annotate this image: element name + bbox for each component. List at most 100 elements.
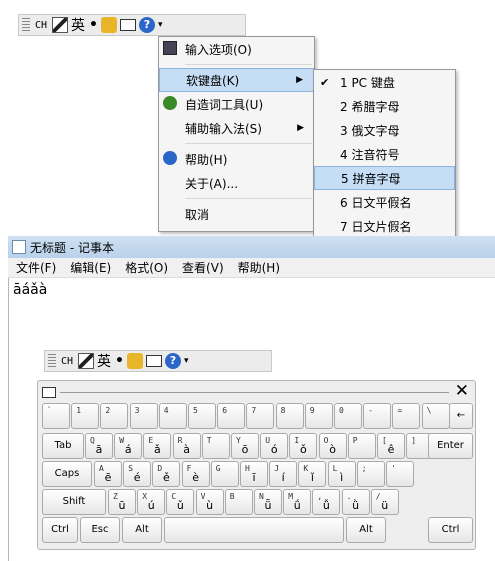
key[interactable]: B xyxy=(224,489,253,515)
help-icon[interactable]: ? xyxy=(139,17,155,33)
notepad-menu-item[interactable]: 查看(V) xyxy=(182,259,224,276)
key[interactable]: T xyxy=(201,433,230,459)
key[interactable]: 1 xyxy=(71,403,100,429)
key[interactable]: Jí xyxy=(269,461,298,487)
esc-key[interactable]: Esc xyxy=(80,517,120,543)
grip-icon[interactable] xyxy=(48,354,56,368)
submenu-item[interactable]: 4 注音符号 xyxy=(314,142,455,166)
submenu-item[interactable]: 6 日文平假名 xyxy=(314,190,455,214)
key[interactable]: = xyxy=(392,403,421,429)
key-label: 3 xyxy=(134,406,140,415)
key[interactable]: P xyxy=(347,433,376,459)
soft-keyboard-submenu: ✔ 1 PC 键盘 2 希腊字母 3 俄文字母 4 注音符号 5 拼音字母 6 日文平假名 7… xyxy=(313,69,456,237)
backspace-key[interactable]: ← xyxy=(449,403,473,429)
key[interactable]: Sé xyxy=(123,461,152,487)
key[interactable]: ' xyxy=(386,461,414,487)
key[interactable]: Uó xyxy=(260,433,289,459)
ime-mode-icon[interactable] xyxy=(52,17,69,33)
key[interactable]: 8 xyxy=(275,403,304,429)
ime-lang-toggle[interactable]: 英 xyxy=(97,351,112,371)
ime-lang-toggle[interactable]: 英 xyxy=(71,15,86,35)
ime-mode-icon[interactable] xyxy=(78,353,95,369)
key[interactable]: Mǘ xyxy=(283,489,312,515)
key[interactable]: Vù xyxy=(195,489,224,515)
ime-ch-label[interactable]: CH xyxy=(33,20,49,31)
help-icon[interactable]: ? xyxy=(165,353,181,369)
key[interactable]: Dě xyxy=(152,461,181,487)
notepad-menu-item[interactable]: 格式(O) xyxy=(125,259,168,276)
key[interactable]: Yō xyxy=(231,433,259,459)
key[interactable]: Rà xyxy=(172,433,201,459)
punct-toggle[interactable]: • xyxy=(89,17,98,33)
key[interactable]: Cǔ xyxy=(166,489,195,515)
ctrl-key[interactable]: Ctrl xyxy=(42,517,78,543)
notepad-menu-item[interactable]: 帮助(H) xyxy=(238,259,280,276)
caps-key[interactable]: Caps xyxy=(42,461,92,487)
soft-keyboard-icon[interactable] xyxy=(120,19,136,31)
submenu-item[interactable]: 5 拼音字母 xyxy=(314,166,455,190)
key[interactable]: Kǐ xyxy=(298,461,327,487)
key[interactable]: [ê xyxy=(377,433,405,459)
notepad-menu-item[interactable]: 文件(F) xyxy=(16,259,56,276)
menu-item[interactable]: 辅助输入法(S) ▶ xyxy=(159,116,314,140)
key[interactable]: ,ǚ xyxy=(312,489,341,515)
key[interactable]: 9 xyxy=(304,403,333,429)
key[interactable]: / ü xyxy=(370,489,399,515)
key[interactable]: Zū xyxy=(108,489,136,515)
submenu-item[interactable]: 2 希腊字母 xyxy=(314,94,455,118)
menu-item[interactable]: 自造词工具(U) xyxy=(159,92,314,116)
ime-ch-label[interactable]: CH xyxy=(59,356,75,367)
tab-key[interactable]: Tab xyxy=(42,433,84,459)
key[interactable]: Xú xyxy=(137,489,166,515)
menu-item[interactable]: 软键盘(K) ▶ xyxy=(159,68,314,92)
enter-key[interactable]: Enter xyxy=(428,433,473,459)
key[interactable]: ` xyxy=(42,403,70,429)
key[interactable]: Eǎ xyxy=(143,433,172,459)
key[interactable]: 7 xyxy=(246,403,275,429)
grip-icon[interactable] xyxy=(22,18,30,32)
key[interactable]: 5 xyxy=(188,403,216,429)
key[interactable]: Iǒ xyxy=(289,433,318,459)
key-value: ü xyxy=(381,499,389,512)
key[interactable]: Fè xyxy=(181,461,210,487)
submenu-item[interactable]: ✔ 1 PC 键盘 xyxy=(314,70,455,94)
soft-keyboard-icon[interactable] xyxy=(146,355,162,367)
tool-icon[interactable] xyxy=(101,17,117,33)
key[interactable]: G xyxy=(210,461,239,487)
key[interactable]: 4 xyxy=(158,403,187,429)
tool-icon[interactable] xyxy=(127,353,143,369)
key[interactable]: Wá xyxy=(114,433,143,459)
punct-toggle[interactable]: • xyxy=(115,353,124,369)
submenu-item[interactable]: 3 俄文字母 xyxy=(314,118,455,142)
key-label: 9 xyxy=(309,406,315,415)
options-arrow-icon[interactable]: ▾ xyxy=(158,20,166,30)
alt-key[interactable]: Alt xyxy=(346,517,386,543)
menu-item[interactable]: 帮助(H) xyxy=(159,147,314,171)
key[interactable]: Qā xyxy=(85,433,113,459)
key[interactable]: 2 xyxy=(100,403,129,429)
close-icon[interactable]: ✕ xyxy=(455,381,469,401)
key[interactable]: ; xyxy=(356,461,385,487)
key[interactable]: 3 xyxy=(129,403,158,429)
menu-item[interactable]: 输入选项(O) xyxy=(159,37,314,61)
key[interactable]: 6 xyxy=(217,403,246,429)
alt-key[interactable]: Alt xyxy=(122,517,162,543)
editor-content[interactable]: āáǎà xyxy=(13,282,47,298)
key[interactable]: 0 xyxy=(334,403,362,429)
menu-item[interactable]: 关于(A)... xyxy=(159,171,314,195)
ctrl-key[interactable]: Ctrl xyxy=(428,517,473,543)
key[interactable]: Hī xyxy=(240,461,268,487)
key[interactable]: - xyxy=(363,403,392,429)
notepad-menu-item[interactable]: 编辑(E) xyxy=(70,259,111,276)
key[interactable]: Oò xyxy=(318,433,347,459)
menu-item[interactable]: 取消 xyxy=(159,202,314,226)
key[interactable]: .ǜ xyxy=(341,489,370,515)
options-arrow-icon[interactable]: ▾ xyxy=(184,356,192,366)
key[interactable]: Nǖ xyxy=(254,489,282,515)
key[interactable]: Aē xyxy=(94,461,122,487)
key[interactable]: Lì xyxy=(327,461,356,487)
shift-key[interactable]: Shift xyxy=(42,489,106,515)
submenu-item[interactable]: 7 日文片假名 xyxy=(314,214,455,238)
key[interactable]: \ xyxy=(421,403,450,429)
space-key[interactable] xyxy=(164,517,344,543)
